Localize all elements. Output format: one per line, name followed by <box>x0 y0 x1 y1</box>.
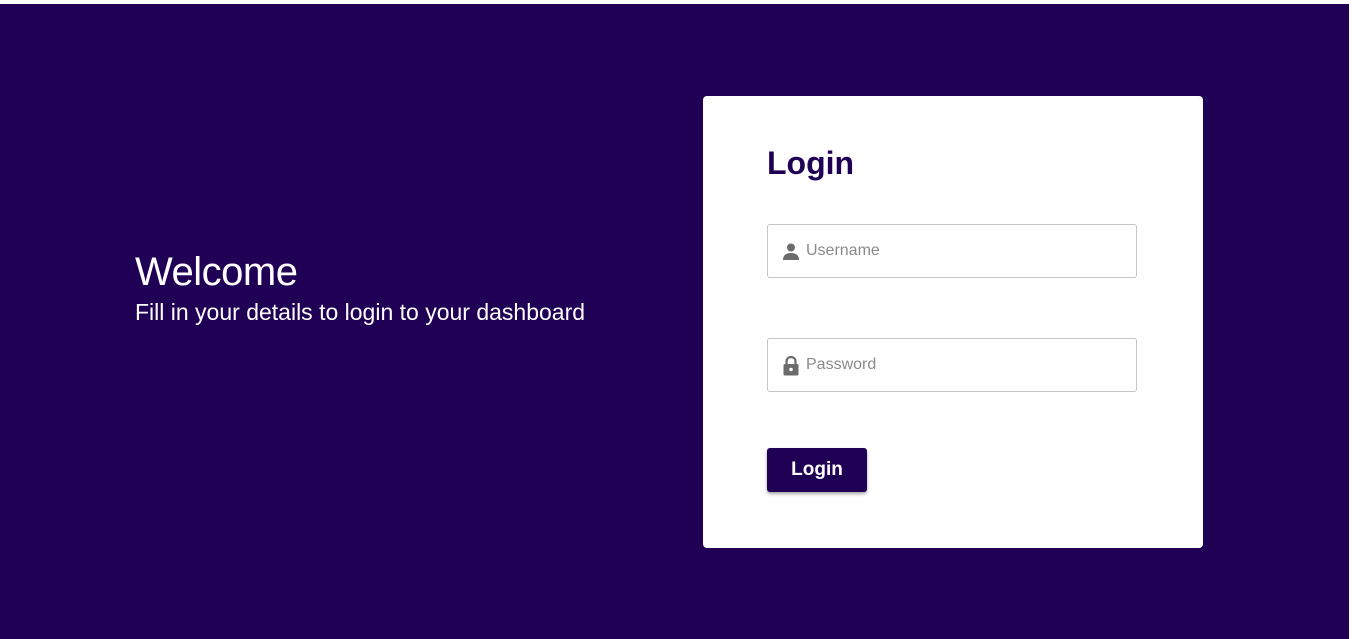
password-field[interactable] <box>767 338 1137 392</box>
user-icon <box>782 242 800 262</box>
login-title: Login <box>767 145 855 181</box>
welcome-subtitle: Fill in your details to login to your da… <box>135 299 586 325</box>
lock-icon <box>782 355 800 376</box>
username-input[interactable] <box>806 225 1126 277</box>
password-input[interactable] <box>806 339 1126 391</box>
welcome-section: Welcome Fill in your details to login to… <box>135 250 585 326</box>
username-field[interactable] <box>767 224 1137 278</box>
login-card: Login Login <box>703 96 1203 548</box>
login-page: Welcome Fill in your details to login to… <box>0 4 1349 639</box>
login-button[interactable]: Login <box>767 448 867 492</box>
welcome-title: Welcome <box>135 250 298 294</box>
